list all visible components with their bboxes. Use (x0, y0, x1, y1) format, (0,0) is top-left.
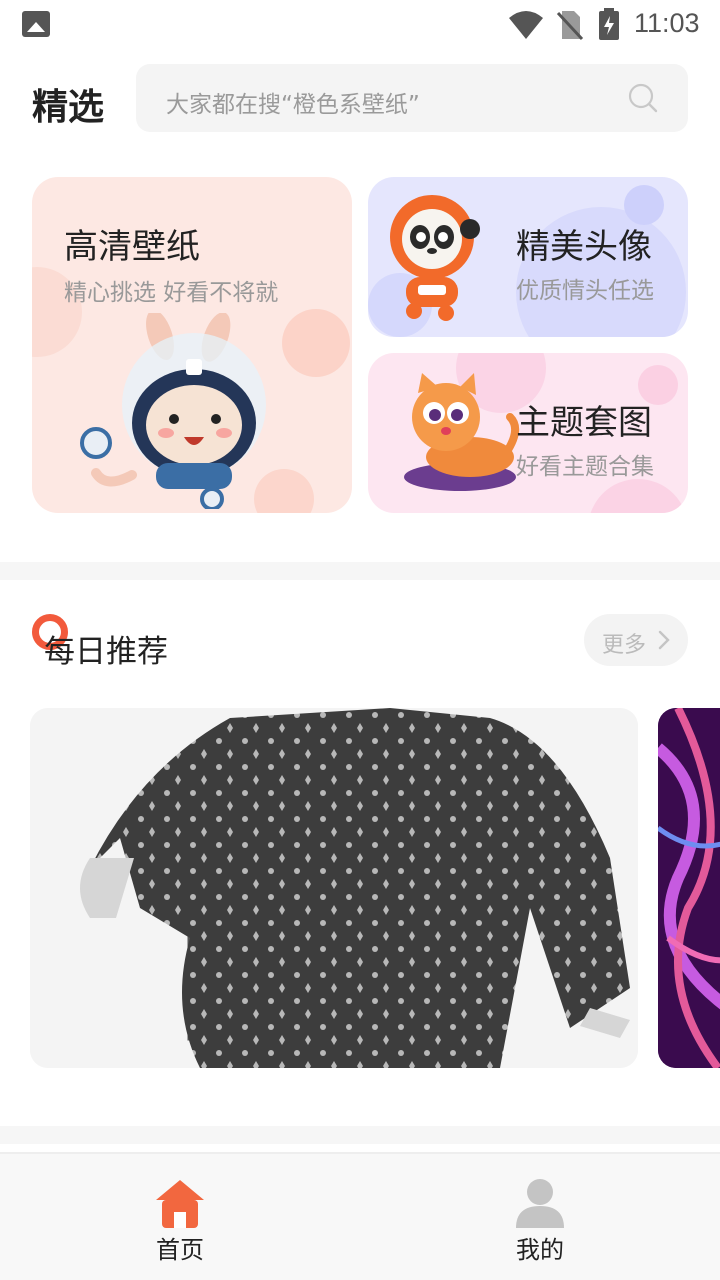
chevron-right-icon (658, 630, 670, 650)
astronaut-panda-illustration (390, 195, 480, 321)
person-icon (516, 1179, 564, 1228)
wallpaper-image (658, 708, 720, 1068)
hd-wallpaper-subtitle: 精心挑选 好看不将就 (64, 280, 279, 306)
nav-item-home[interactable]: 首页 (100, 1154, 260, 1280)
decor-bubble (282, 309, 350, 377)
hd-wallpaper-card[interactable]: 高清壁纸 精心挑选 好看不将就 (32, 177, 352, 513)
status-bar: 11:03 (0, 0, 720, 50)
decor-bubble (588, 479, 688, 513)
nav-label-home: 首页 (156, 1236, 204, 1264)
astronaut-bunny-illustration (80, 313, 266, 509)
wallpaper-thumbnail[interactable] (658, 708, 720, 1068)
section-divider (0, 562, 720, 580)
wallpaper-image (30, 708, 638, 1068)
theme-subtitle: 好看主题合集 (516, 454, 654, 480)
nav-label-mine: 我的 (516, 1236, 564, 1264)
hd-wallpaper-title: 高清壁纸 (64, 227, 200, 267)
theme-card[interactable]: 主题套图 好看主题合集 (368, 353, 688, 513)
theme-title: 主题套图 (516, 403, 652, 443)
no-sim-icon (556, 11, 584, 41)
avatar-subtitle: 优质情头任选 (516, 278, 654, 304)
more-button[interactable]: 更多 (584, 614, 688, 666)
avatar-card[interactable]: 精美头像 优质情头任选 (368, 177, 688, 337)
page-title: 精选 (32, 87, 105, 128)
wifi-icon (509, 11, 543, 39)
avatar-title: 精美头像 (516, 227, 652, 267)
battery-charging-icon (599, 8, 619, 40)
orange-cat-illustration (404, 373, 520, 491)
daily-recommend-title: 每日推荐 (44, 634, 168, 670)
section-divider (0, 1126, 720, 1144)
bottom-nav: 首页 我的 (0, 1152, 720, 1280)
search-placeholder: 大家都在搜“橙色系壁纸” (166, 92, 420, 118)
nav-item-mine[interactable]: 我的 (460, 1154, 620, 1280)
wallpaper-thumbnail[interactable] (30, 708, 638, 1068)
gallery-icon (22, 11, 50, 37)
home-icon (156, 1180, 204, 1228)
clock: 11:03 (634, 8, 700, 38)
search-bar[interactable]: 大家都在搜“橙色系壁纸” (136, 64, 688, 132)
more-label: 更多 (602, 633, 647, 658)
search-icon[interactable] (628, 83, 658, 113)
